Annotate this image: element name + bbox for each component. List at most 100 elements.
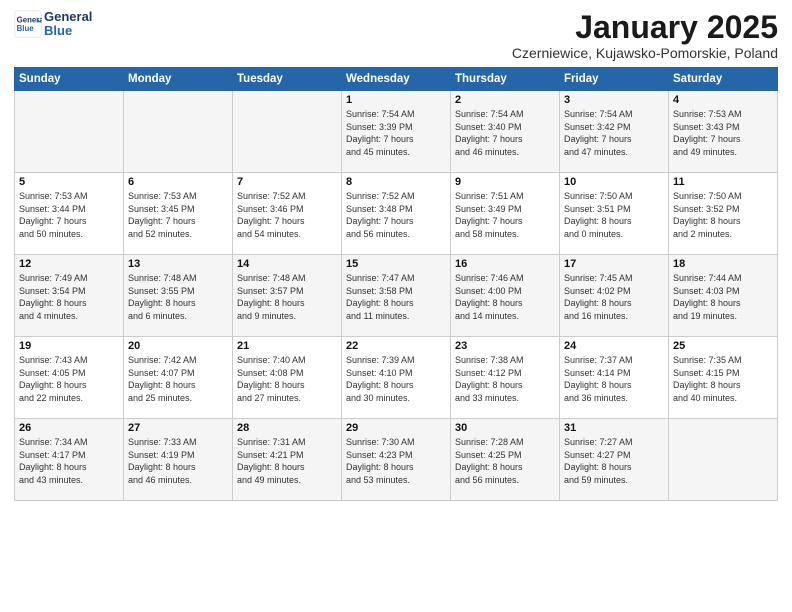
day-number: 16 — [455, 258, 555, 270]
calendar-cell: 30 Sunrise: 7:28 AM Sunset: 4:25 PM Dayli… — [451, 419, 560, 501]
day-number: 13 — [128, 258, 228, 270]
calendar-cell: 24 Sunrise: 7:37 AM Sunset: 4:14 PM Dayli… — [560, 337, 669, 419]
calendar-cell: 22 Sunrise: 7:39 AM Sunset: 4:10 PM Dayli… — [342, 337, 451, 419]
day-info: Sunrise: 7:48 AM Sunset: 3:57 PM Dayligh… — [237, 272, 337, 322]
day-info: Sunrise: 7:30 AM Sunset: 4:23 PM Dayligh… — [346, 436, 446, 486]
calendar-cell: 3Sunrise: 7:54 AM Sunset: 3:42 PM Daylig… — [560, 91, 669, 173]
calendar-cell: 31 Sunrise: 7:27 AM Sunset: 4:27 PM Dayli… — [560, 419, 669, 501]
day-header-thursday: Thursday — [451, 68, 560, 91]
title-block: January 2025 Czerniewice, Kujawsko-Pomor… — [512, 10, 778, 61]
day-number: 1 — [346, 94, 446, 106]
calendar-cell: 28 Sunrise: 7:31 AM Sunset: 4:21 PM Dayli… — [233, 419, 342, 501]
calendar-cell: 26Sunrise: 7:34 AM Sunset: 4:17 PM Dayli… — [15, 419, 124, 501]
day-header-sunday: Sunday — [15, 68, 124, 91]
day-number: 8 — [346, 176, 446, 188]
calendar-cell: 14 Sunrise: 7:48 AM Sunset: 3:57 PM Dayli… — [233, 255, 342, 337]
calendar-cell: 23 Sunrise: 7:38 AM Sunset: 4:12 PM Dayli… — [451, 337, 560, 419]
day-info: Sunrise: 7:43 AM Sunset: 4:05 PM Dayligh… — [19, 354, 119, 404]
day-header-wednesday: Wednesday — [342, 68, 451, 91]
day-number: 22 — [346, 340, 446, 352]
main-container: General Blue General Blue January 2025 C… — [0, 0, 792, 511]
day-number: 3 — [564, 94, 664, 106]
day-number: 7 — [237, 176, 337, 188]
day-info: Sunrise: 7:53 AM Sunset: 3:45 PM Dayligh… — [128, 190, 228, 240]
day-number: 6 — [128, 176, 228, 188]
calendar-cell: 1 Sunrise: 7:54 AM Sunset: 3:39 PM Daylig… — [342, 91, 451, 173]
day-number: 10 — [564, 176, 664, 188]
calendar-cell: 2 Sunrise: 7:54 AM Sunset: 3:40 PM Daylig… — [451, 91, 560, 173]
calendar-cell: 4Sunrise: 7:53 AM Sunset: 3:43 PM Daylig… — [669, 91, 778, 173]
week-row-2: 5Sunrise: 7:53 AM Sunset: 3:44 PM Daylig… — [15, 173, 778, 255]
calendar-cell: 11 Sunrise: 7:50 AM Sunset: 3:52 PM Dayli… — [669, 173, 778, 255]
day-info: Sunrise: 7:52 AM Sunset: 3:48 PM Dayligh… — [346, 190, 446, 240]
day-info: Sunrise: 7:50 AM Sunset: 3:51 PM Dayligh… — [564, 190, 664, 240]
day-info: Sunrise: 7:54 AM Sunset: 3:39 PM Dayligh… — [346, 108, 446, 158]
day-info: Sunrise: 7:44 AM Sunset: 4:03 PM Dayligh… — [673, 272, 773, 322]
day-number: 26 — [19, 422, 119, 434]
day-number: 20 — [128, 340, 228, 352]
calendar-table: SundayMondayTuesdayWednesdayThursdayFrid… — [14, 67, 778, 501]
day-header-saturday: Saturday — [669, 68, 778, 91]
calendar-cell: 16 Sunrise: 7:46 AM Sunset: 4:00 PM Dayli… — [451, 255, 560, 337]
day-info: Sunrise: 7:35 AM Sunset: 4:15 PM Dayligh… — [673, 354, 773, 404]
day-info: Sunrise: 7:54 AM Sunset: 3:40 PM Dayligh… — [455, 108, 555, 158]
day-info: Sunrise: 7:46 AM Sunset: 4:00 PM Dayligh… — [455, 272, 555, 322]
calendar-cell: 8 Sunrise: 7:52 AM Sunset: 3:48 PM Daylig… — [342, 173, 451, 255]
day-header-monday: Monday — [124, 68, 233, 91]
day-info: Sunrise: 7:38 AM Sunset: 4:12 PM Dayligh… — [455, 354, 555, 404]
calendar-cell: 15Sunrise: 7:47 AM Sunset: 3:58 PM Dayli… — [342, 255, 451, 337]
calendar-cell: 10 Sunrise: 7:50 AM Sunset: 3:51 PM Dayli… — [560, 173, 669, 255]
header: General Blue General Blue January 2025 C… — [14, 10, 778, 61]
logo: General Blue General Blue — [14, 10, 92, 39]
day-number: 21 — [237, 340, 337, 352]
calendar-cell — [124, 91, 233, 173]
day-info: Sunrise: 7:45 AM Sunset: 4:02 PM Dayligh… — [564, 272, 664, 322]
calendar-cell: 25 Sunrise: 7:35 AM Sunset: 4:15 PM Dayli… — [669, 337, 778, 419]
calendar-cell: 13 Sunrise: 7:48 AM Sunset: 3:55 PM Dayli… — [124, 255, 233, 337]
day-number: 30 — [455, 422, 555, 434]
calendar-cell — [233, 91, 342, 173]
calendar-cell: 21 Sunrise: 7:40 AM Sunset: 4:08 PM Dayli… — [233, 337, 342, 419]
calendar-cell: 9Sunrise: 7:51 AM Sunset: 3:49 PM Daylig… — [451, 173, 560, 255]
day-number: 14 — [237, 258, 337, 270]
calendar-cell: 20Sunrise: 7:42 AM Sunset: 4:07 PM Dayli… — [124, 337, 233, 419]
day-info: Sunrise: 7:28 AM Sunset: 4:25 PM Dayligh… — [455, 436, 555, 486]
day-info: Sunrise: 7:27 AM Sunset: 4:27 PM Dayligh… — [564, 436, 664, 486]
calendar-header-row: SundayMondayTuesdayWednesdayThursdayFrid… — [15, 68, 778, 91]
day-info: Sunrise: 7:50 AM Sunset: 3:52 PM Dayligh… — [673, 190, 773, 240]
calendar-cell: 12 Sunrise: 7:49 AM Sunset: 3:54 PM Dayli… — [15, 255, 124, 337]
day-number: 23 — [455, 340, 555, 352]
day-info: Sunrise: 7:48 AM Sunset: 3:55 PM Dayligh… — [128, 272, 228, 322]
day-number: 28 — [237, 422, 337, 434]
subtitle: Czerniewice, Kujawsko-Pomorskie, Poland — [512, 45, 778, 61]
day-info: Sunrise: 7:39 AM Sunset: 4:10 PM Dayligh… — [346, 354, 446, 404]
day-header-tuesday: Tuesday — [233, 68, 342, 91]
day-number: 29 — [346, 422, 446, 434]
logo-general: General — [44, 10, 92, 24]
day-number: 2 — [455, 94, 555, 106]
day-number: 25 — [673, 340, 773, 352]
day-number: 5 — [19, 176, 119, 188]
day-info: Sunrise: 7:37 AM Sunset: 4:14 PM Dayligh… — [564, 354, 664, 404]
svg-text:Blue: Blue — [17, 24, 35, 33]
calendar-cell: 17Sunrise: 7:45 AM Sunset: 4:02 PM Dayli… — [560, 255, 669, 337]
day-number: 11 — [673, 176, 773, 188]
day-number: 19 — [19, 340, 119, 352]
day-header-friday: Friday — [560, 68, 669, 91]
day-number: 24 — [564, 340, 664, 352]
day-info: Sunrise: 7:49 AM Sunset: 3:54 PM Dayligh… — [19, 272, 119, 322]
logo-text-block: General Blue — [44, 10, 92, 39]
day-number: 12 — [19, 258, 119, 270]
day-info: Sunrise: 7:52 AM Sunset: 3:46 PM Dayligh… — [237, 190, 337, 240]
day-info: Sunrise: 7:53 AM Sunset: 3:43 PM Dayligh… — [673, 108, 773, 158]
day-number: 31 — [564, 422, 664, 434]
calendar-cell: 6 Sunrise: 7:53 AM Sunset: 3:45 PM Daylig… — [124, 173, 233, 255]
week-row-3: 12 Sunrise: 7:49 AM Sunset: 3:54 PM Dayli… — [15, 255, 778, 337]
calendar-cell — [15, 91, 124, 173]
day-info: Sunrise: 7:31 AM Sunset: 4:21 PM Dayligh… — [237, 436, 337, 486]
calendar-cell: 18Sunrise: 7:44 AM Sunset: 4:03 PM Dayli… — [669, 255, 778, 337]
calendar-cell: 5Sunrise: 7:53 AM Sunset: 3:44 PM Daylig… — [15, 173, 124, 255]
day-info: Sunrise: 7:40 AM Sunset: 4:08 PM Dayligh… — [237, 354, 337, 404]
day-number: 9 — [455, 176, 555, 188]
calendar-cell: 29 Sunrise: 7:30 AM Sunset: 4:23 PM Dayli… — [342, 419, 451, 501]
